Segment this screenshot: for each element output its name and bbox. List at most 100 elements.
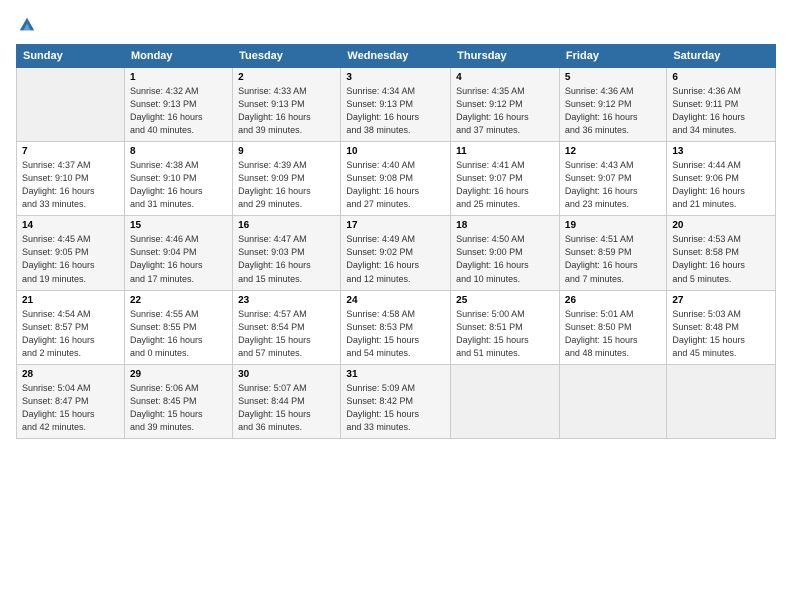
day-info: Sunrise: 5:04 AM Sunset: 8:47 PM Dayligh… [22,382,119,434]
calendar-cell: 14Sunrise: 4:45 AM Sunset: 9:05 PM Dayli… [17,216,125,290]
day-info: Sunrise: 4:34 AM Sunset: 9:13 PM Dayligh… [346,85,445,137]
day-number: 4 [456,72,554,83]
day-number: 10 [346,146,445,157]
calendar-cell [451,364,560,438]
day-number: 11 [456,146,554,157]
calendar-week-row: 14Sunrise: 4:45 AM Sunset: 9:05 PM Dayli… [17,216,776,290]
day-number: 19 [565,220,661,231]
weekday-header: Sunday [17,45,125,68]
day-number: 24 [346,295,445,306]
calendar-cell: 23 Sunrise: 4:57 AM Sunset: 8:54 PM Dayli… [233,290,341,364]
day-info: Sunrise: 4:50 AM Sunset: 9:00 PM Dayligh… [456,233,554,285]
day-info: Sunrise: 4:49 AM Sunset: 9:02 PM Dayligh… [346,233,445,285]
day-info: Sunrise: 4:46 AM Sunset: 9:04 PM Dayligh… [130,233,227,285]
day-info: Sunrise: 4:36 AM Sunset: 9:12 PM Dayligh… [565,85,661,137]
calendar-cell: 16 Sunrise: 4:47 AM Sunset: 9:03 PM Dayli… [233,216,341,290]
calendar-cell: 21 Sunrise: 4:54 AM Sunset: 8:57 PM Dayli… [17,290,125,364]
day-number: 23 [238,295,335,306]
calendar-cell: 4 Sunrise: 4:35 AM Sunset: 9:12 PM Daylig… [451,68,560,142]
calendar-cell: 9 Sunrise: 4:39 AM Sunset: 9:09 PM Daylig… [233,142,341,216]
day-number: 30 [238,369,335,380]
day-number: 14 [22,220,119,231]
day-number: 9 [238,146,335,157]
calendar-week-row: 7Sunrise: 4:37 AM Sunset: 9:10 PM Daylig… [17,142,776,216]
calendar-cell: 1Sunrise: 4:32 AM Sunset: 9:13 PM Daylig… [124,68,232,142]
day-info: Sunrise: 5:06 AM Sunset: 8:45 PM Dayligh… [130,382,227,434]
day-number: 1 [130,72,227,83]
calendar-cell: 5 Sunrise: 4:36 AM Sunset: 9:12 PM Daylig… [559,68,666,142]
day-info: Sunrise: 5:01 AM Sunset: 8:50 PM Dayligh… [565,308,661,360]
calendar-cell: 29 Sunrise: 5:06 AM Sunset: 8:45 PM Dayli… [124,364,232,438]
weekday-header: Friday [559,45,666,68]
day-number: 15 [130,220,227,231]
day-info: Sunrise: 4:51 AM Sunset: 8:59 PM Dayligh… [565,233,661,285]
calendar-cell [667,364,776,438]
day-number: 20 [672,220,770,231]
day-info: Sunrise: 4:41 AM Sunset: 9:07 PM Dayligh… [456,159,554,211]
calendar-cell: 11 Sunrise: 4:41 AM Sunset: 9:07 PM Dayli… [451,142,560,216]
day-number: 25 [456,295,554,306]
day-number: 8 [130,146,227,157]
day-info: Sunrise: 4:44 AM Sunset: 9:06 PM Dayligh… [672,159,770,211]
weekday-header: Tuesday [233,45,341,68]
calendar-cell: 20 Sunrise: 4:53 AM Sunset: 8:58 PM Dayli… [667,216,776,290]
day-info: Sunrise: 4:35 AM Sunset: 9:12 PM Dayligh… [456,85,554,137]
day-info: Sunrise: 5:00 AM Sunset: 8:51 PM Dayligh… [456,308,554,360]
day-info: Sunrise: 4:38 AM Sunset: 9:10 PM Dayligh… [130,159,227,211]
calendar-week-row: 28Sunrise: 5:04 AM Sunset: 8:47 PM Dayli… [17,364,776,438]
day-number: 6 [672,72,770,83]
logo-icon [18,16,36,34]
day-info: Sunrise: 4:54 AM Sunset: 8:57 PM Dayligh… [22,308,119,360]
day-info: Sunrise: 4:33 AM Sunset: 9:13 PM Dayligh… [238,85,335,137]
day-number: 12 [565,146,661,157]
logo [16,16,36,34]
day-info: Sunrise: 4:36 AM Sunset: 9:11 PM Dayligh… [672,85,770,137]
calendar-cell: 3 Sunrise: 4:34 AM Sunset: 9:13 PM Daylig… [341,68,451,142]
day-number: 21 [22,295,119,306]
day-number: 26 [565,295,661,306]
calendar-cell: 13 Sunrise: 4:44 AM Sunset: 9:06 PM Dayli… [667,142,776,216]
day-number: 2 [238,72,335,83]
day-number: 31 [346,369,445,380]
day-info: Sunrise: 4:53 AM Sunset: 8:58 PM Dayligh… [672,233,770,285]
day-number: 5 [565,72,661,83]
day-info: Sunrise: 4:39 AM Sunset: 9:09 PM Dayligh… [238,159,335,211]
day-info: Sunrise: 4:57 AM Sunset: 8:54 PM Dayligh… [238,308,335,360]
calendar-cell: 24Sunrise: 4:58 AM Sunset: 8:53 PM Dayli… [341,290,451,364]
calendar-cell: 12 Sunrise: 4:43 AM Sunset: 9:07 PM Dayli… [559,142,666,216]
day-info: Sunrise: 4:55 AM Sunset: 8:55 PM Dayligh… [130,308,227,360]
weekday-header: Thursday [451,45,560,68]
day-number: 3 [346,72,445,83]
day-number: 22 [130,295,227,306]
calendar-cell: 19 Sunrise: 4:51 AM Sunset: 8:59 PM Dayli… [559,216,666,290]
calendar-cell: 28Sunrise: 5:04 AM Sunset: 8:47 PM Dayli… [17,364,125,438]
day-number: 18 [456,220,554,231]
weekday-header: Saturday [667,45,776,68]
day-number: 27 [672,295,770,306]
day-number: 29 [130,369,227,380]
day-number: 13 [672,146,770,157]
day-number: 7 [22,146,119,157]
calendar-week-row: 21 Sunrise: 4:54 AM Sunset: 8:57 PM Dayli… [17,290,776,364]
day-info: Sunrise: 4:40 AM Sunset: 9:08 PM Dayligh… [346,159,445,211]
day-info: Sunrise: 5:03 AM Sunset: 8:48 PM Dayligh… [672,308,770,360]
weekday-header-row: SundayMondayTuesdayWednesdayThursdayFrid… [17,45,776,68]
calendar-cell [17,68,125,142]
calendar-cell: 22 Sunrise: 4:55 AM Sunset: 8:55 PM Dayli… [124,290,232,364]
page-container: SundayMondayTuesdayWednesdayThursdayFrid… [0,0,792,612]
day-number: 16 [238,220,335,231]
calendar-cell: 8 Sunrise: 4:38 AM Sunset: 9:10 PM Daylig… [124,142,232,216]
calendar-cell: 31Sunrise: 5:09 AM Sunset: 8:42 PM Dayli… [341,364,451,438]
calendar-cell: 27 Sunrise: 5:03 AM Sunset: 8:48 PM Dayli… [667,290,776,364]
calendar-cell [559,364,666,438]
header [16,16,776,34]
day-number: 17 [346,220,445,231]
day-info: Sunrise: 4:43 AM Sunset: 9:07 PM Dayligh… [565,159,661,211]
calendar-cell: 17 Sunrise: 4:49 AM Sunset: 9:02 PM Dayli… [341,216,451,290]
day-info: Sunrise: 4:47 AM Sunset: 9:03 PM Dayligh… [238,233,335,285]
calendar-cell: 15 Sunrise: 4:46 AM Sunset: 9:04 PM Dayli… [124,216,232,290]
day-info: Sunrise: 5:07 AM Sunset: 8:44 PM Dayligh… [238,382,335,434]
calendar-cell: 7Sunrise: 4:37 AM Sunset: 9:10 PM Daylig… [17,142,125,216]
calendar-cell: 10 Sunrise: 4:40 AM Sunset: 9:08 PM Dayli… [341,142,451,216]
calendar-cell: 6 Sunrise: 4:36 AM Sunset: 9:11 PM Daylig… [667,68,776,142]
